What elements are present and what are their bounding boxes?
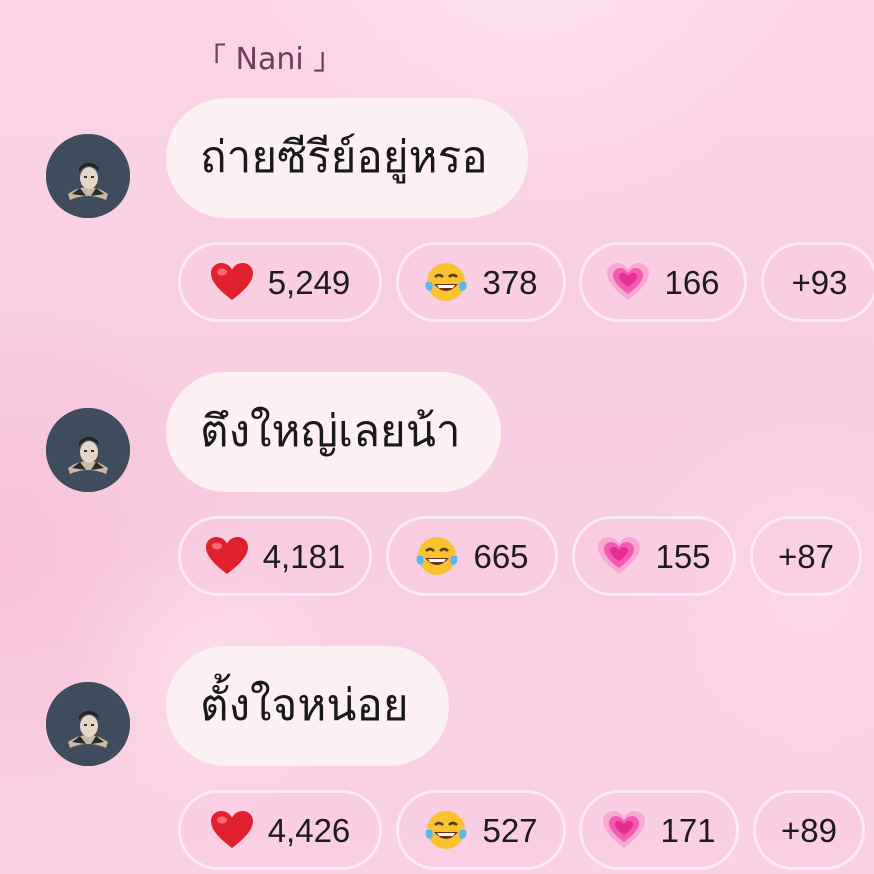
reaction-chip-laugh[interactable]: 665 [386,516,558,596]
reaction-more-count: +93 [791,263,848,301]
reaction-bar: 4,426 527 171 +89 [178,790,874,870]
growing-heart-icon [602,810,646,850]
reaction-chip-growing-heart[interactable]: 171 [579,790,739,870]
tears-of-joy-icon [424,260,468,304]
tears-of-joy-icon [415,534,459,578]
sender-bracket-close: 」 [313,42,344,77]
reaction-more-count: +89 [781,811,837,849]
reaction-bar: 5,249 378 166 +93 [178,242,874,322]
reaction-count: 5,249 [267,263,351,301]
avatar-portrait-icon [46,408,130,492]
message-bubble[interactable]: ถ่ายซีรีย์อยู่หรอ [166,98,528,218]
reaction-chip-heart[interactable]: 5,249 [178,242,382,322]
avatar-portrait-icon [46,682,130,766]
reaction-more-count: +87 [778,537,834,575]
avatar[interactable] [46,408,130,492]
reaction-more-button[interactable]: +87 [750,516,862,596]
reaction-count: 378 [482,263,538,301]
reaction-more-button[interactable]: +93 [761,242,874,322]
reaction-count: 166 [664,263,720,301]
red-heart-icon [210,262,254,302]
sender-name-label: 「 Nani 」 [196,40,343,80]
sender-name: Nani [235,42,304,77]
red-heart-icon [205,536,249,576]
message-bubble[interactable]: ตั้งใจหน่อย [166,646,449,766]
tears-of-joy-icon [424,808,468,852]
reaction-count: 171 [660,811,716,849]
reaction-count: 527 [482,811,538,849]
reaction-chip-laugh[interactable]: 527 [396,790,566,870]
reaction-count: 4,426 [267,811,351,849]
growing-heart-icon [606,262,650,302]
reaction-count: 4,181 [262,537,346,575]
reaction-chip-growing-heart[interactable]: 155 [572,516,736,596]
reaction-chip-laugh[interactable]: 378 [396,242,566,322]
red-heart-icon [210,810,254,850]
reaction-chip-growing-heart[interactable]: 166 [579,242,747,322]
reaction-chip-heart[interactable]: 4,181 [178,516,372,596]
reaction-chip-heart[interactable]: 4,426 [178,790,382,870]
avatar-portrait-icon [46,134,130,218]
reaction-count: 155 [655,537,711,575]
avatar[interactable] [46,682,130,766]
message-bubble[interactable]: ตึงใหญ่เลยน้า [166,372,501,492]
reaction-more-button[interactable]: +89 [753,790,865,870]
avatar[interactable] [46,134,130,218]
sender-bracket-open: 「 [196,42,226,77]
growing-heart-icon [597,536,641,576]
reaction-count: 665 [473,537,529,575]
reaction-bar: 4,181 665 155 +87 [178,516,874,596]
